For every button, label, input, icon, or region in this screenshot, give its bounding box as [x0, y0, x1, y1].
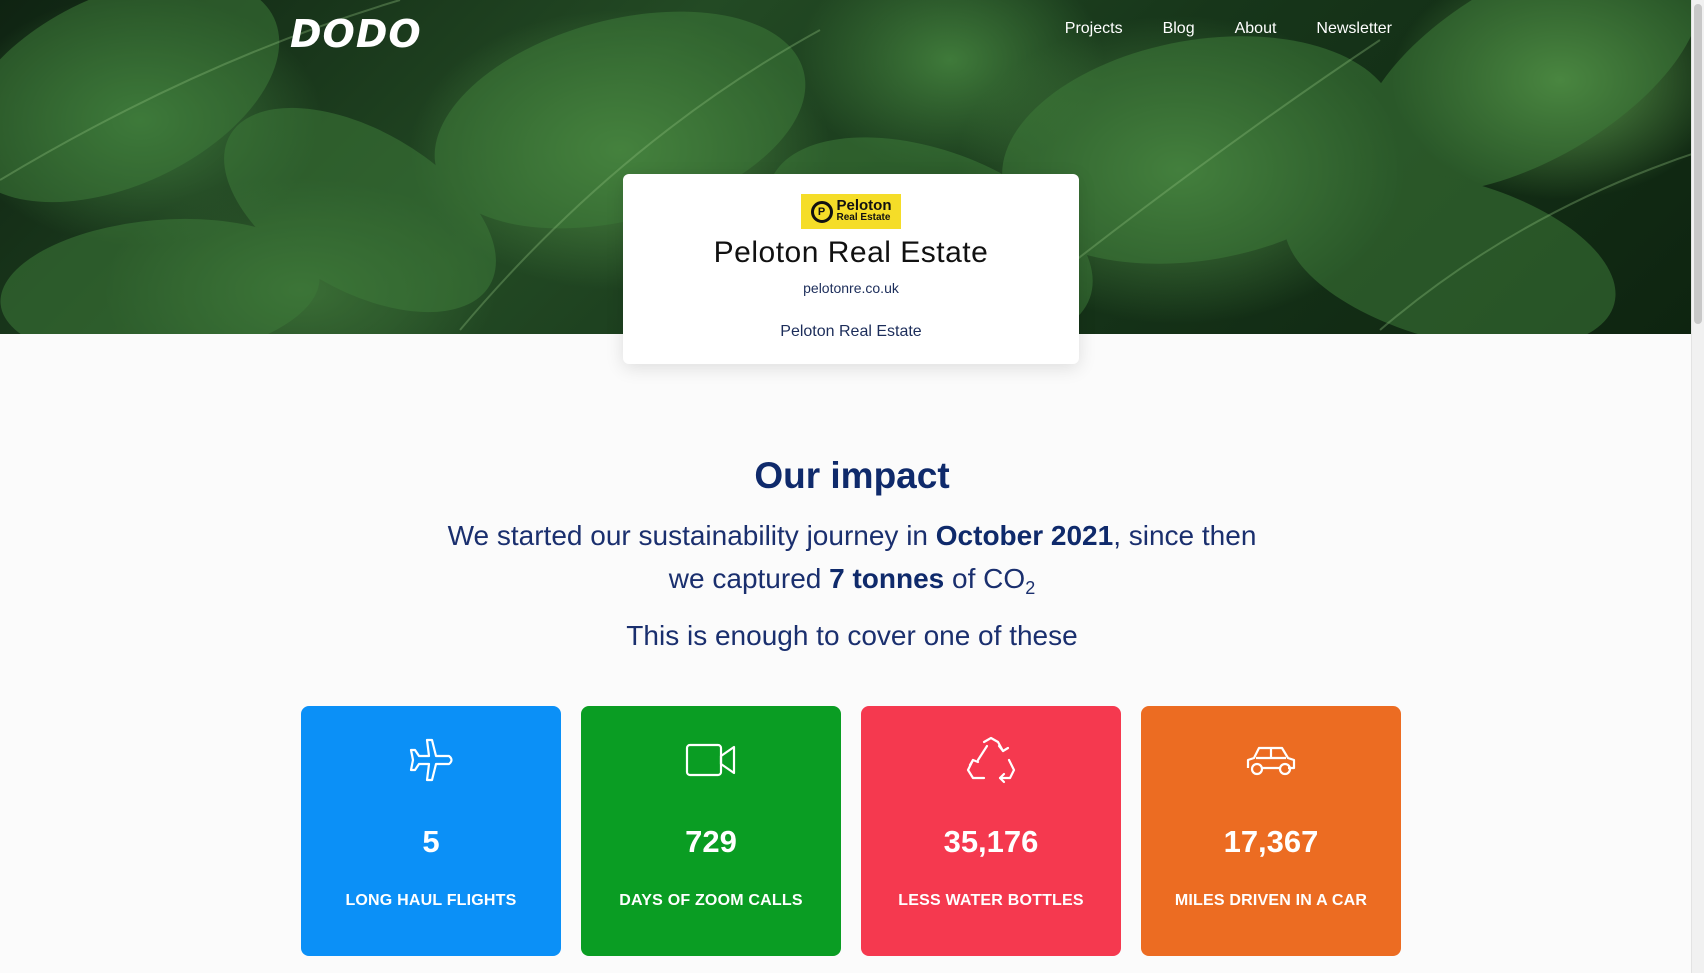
tile-label: LONG HAUL FLIGHTS [345, 892, 517, 909]
nav-projects[interactable]: Projects [1065, 20, 1123, 38]
scrollbar-thumb[interactable] [1694, 4, 1702, 324]
company-subtitle: Peloton Real Estate [780, 323, 922, 340]
company-url[interactable]: pelotonre.co.uk [623, 280, 1079, 296]
tile-value: 35,176 [943, 824, 1039, 859]
nav-blog[interactable]: Blog [1163, 20, 1195, 38]
tile-value: 5 [422, 824, 440, 859]
nav-newsletter[interactable]: Newsletter [1316, 20, 1392, 38]
page-scrollbar[interactable] [1691, 0, 1704, 973]
impact-description: We started our sustainability journey in… [447, 520, 1257, 598]
logo-text-line2: Real Estate [836, 211, 891, 223]
tile-car-miles: 17,367 MILES DRIVEN IN A CAR [1141, 706, 1401, 956]
company-card: P Peloton Real Estate Peloton Real Estat… [623, 174, 1079, 364]
airplane-icon [301, 734, 561, 786]
video-camera-icon [581, 734, 841, 786]
tile-value: 17,367 [1223, 824, 1319, 859]
dodo-logo[interactable]: DODO [290, 12, 422, 56]
main-nav: Projects Blog About Newsletter [1065, 20, 1392, 38]
tile-label: DAYS OF ZOOM CALLS [619, 892, 803, 909]
tile-water-bottles: 35,176 LESS WATER BOTTLES [861, 706, 1121, 956]
recycle-icon [861, 734, 1121, 788]
car-icon [1141, 734, 1401, 786]
tile-label: LESS WATER BOTTLES [898, 892, 1084, 909]
tile-label: MILES DRIVEN IN A CAR [1174, 892, 1368, 909]
company-logo: P Peloton Real Estate [801, 194, 901, 229]
impact-cover-text: This is enough to cover one of these [626, 620, 1078, 651]
start-date: October 2021 [935, 520, 1114, 551]
logo-text-line1: Peloton [836, 196, 892, 214]
impact-title: Our impact [754, 455, 950, 496]
nav-about[interactable]: About [1235, 20, 1277, 38]
tile-zoom-calls: 729 DAYS OF ZOOM CALLS [581, 706, 841, 956]
tile-flights: 5 LONG HAUL FLIGHTS [301, 706, 561, 956]
co2-amount: 7 tonnes [829, 563, 945, 594]
impact-tiles: 5 LONG HAUL FLIGHTS 729 DAYS OF ZOOM CAL… [301, 706, 1401, 956]
company-name: Peloton Real Estate [713, 236, 989, 269]
tile-value: 729 [685, 824, 737, 859]
pin-icon: P [810, 200, 833, 223]
